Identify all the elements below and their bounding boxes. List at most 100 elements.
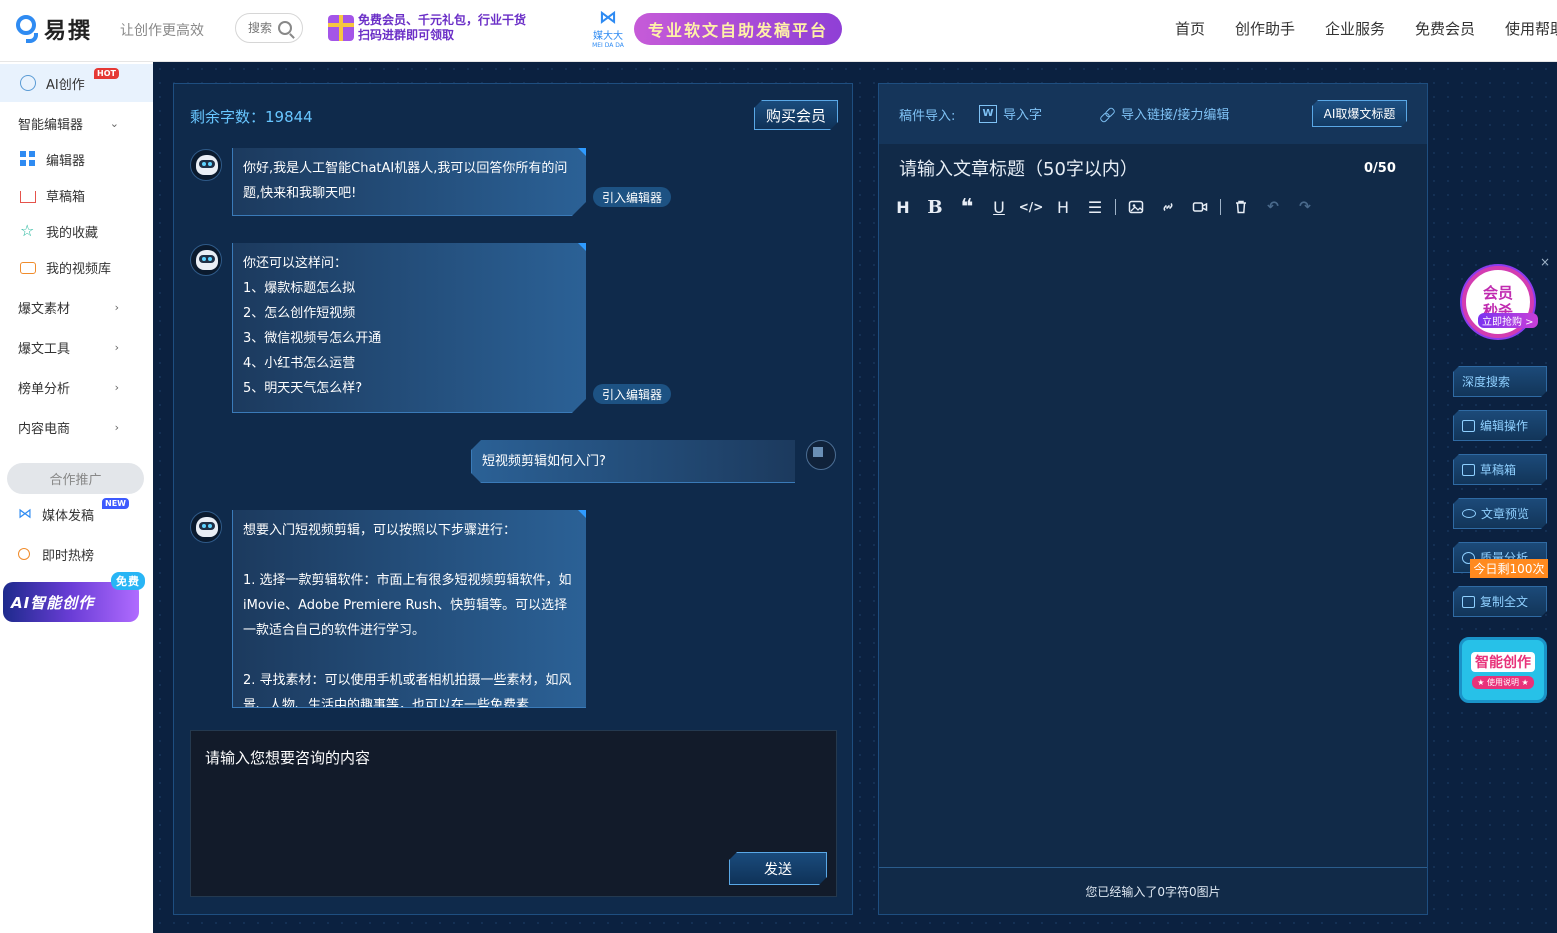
heading-icon[interactable]: H	[887, 196, 919, 218]
image-icon[interactable]	[1120, 196, 1152, 218]
suggestion-line: 1、爆款标题怎么拟	[243, 281, 356, 296]
logo-text: 易撰	[44, 19, 93, 44]
toolbar-divider	[1220, 199, 1221, 215]
import-link-button[interactable]: 导入链接/接力编辑	[1099, 104, 1229, 123]
sidebar-item-smart-editor[interactable]: 智能编辑器 ⌄	[0, 105, 153, 141]
nav-enterprise[interactable]: 企业服务	[1325, 18, 1385, 39]
editor-header: 稿件导入: W 导入字 导入链接/接力编辑 AI取爆文标题	[879, 84, 1427, 144]
sidebar-item-label: 草稿箱	[46, 189, 86, 205]
suggestion-line: 4、小红书怎么运营	[243, 356, 356, 371]
sidebar-item-media-publish[interactable]: ⋈ 媒体发稿 NEW	[0, 496, 153, 532]
fire-icon	[18, 548, 30, 560]
suggestion-line: 你还可以这样问：	[243, 256, 348, 271]
send-button[interactable]: 发送	[729, 852, 827, 885]
search-input[interactable]	[248, 21, 278, 35]
copy-icon	[1462, 596, 1475, 608]
sidebar-item-label: 编辑器	[46, 153, 86, 169]
import-word-button[interactable]: W 导入字	[979, 104, 1042, 123]
answer-line: 1. 选择一款剪辑软件：市面上有很多短视频剪辑软件，如iMovie、Adobe …	[243, 573, 572, 638]
chevron-right-icon: ›	[114, 300, 119, 314]
nav-free-member[interactable]: 免费会员	[1415, 18, 1475, 39]
redo-icon[interactable]: ↷	[1289, 196, 1321, 218]
sidebar-item-ecommerce[interactable]: 内容电商 ›	[0, 409, 153, 445]
banner1-line2: 扫码进群即可领取	[358, 28, 455, 42]
sidebar-item-ai-create[interactable]: AI创作 HOT	[0, 64, 153, 102]
sidebar-item-hot-list[interactable]: 即时热榜	[0, 536, 153, 572]
buy-member-button[interactable]: 购买会员	[754, 100, 838, 130]
deep-search-button[interactable]: 深度搜索	[1453, 366, 1547, 397]
copy-all-button[interactable]: 复制全文	[1453, 586, 1547, 617]
sidebar-item-materials[interactable]: 爆文素材 ›	[0, 289, 153, 325]
suggestion-line: 5、明天天气怎么样?	[243, 381, 363, 396]
side-button-label: 文章预览	[1481, 507, 1530, 521]
meidada-logo-sub: MEI DA DA	[592, 42, 624, 49]
sidebar-item-editor[interactable]: 编辑器	[0, 141, 153, 177]
editor-status-bar: 您已经输入了0字符0图片	[879, 867, 1427, 914]
meidada-logo-text: 媒大大	[593, 31, 623, 42]
drafts-button[interactable]: 草稿箱	[1453, 454, 1547, 485]
edit-operation-button[interactable]: 编辑操作	[1453, 410, 1547, 441]
logo[interactable]: 易撰	[14, 12, 92, 46]
sidebar-item-videos[interactable]: 我的视频库	[0, 249, 153, 285]
import-word-label: 导入字	[1003, 108, 1043, 123]
star-icon: ☆	[20, 221, 35, 240]
code-icon[interactable]: </>	[1015, 196, 1047, 218]
sidebar-item-label: 榜单分析	[18, 381, 71, 397]
sidebar-item-drafts[interactable]: 草稿箱	[0, 177, 153, 213]
sidebar-item-label: 爆文工具	[18, 341, 71, 357]
video-icon[interactable]	[1184, 196, 1216, 218]
gift-icon	[328, 15, 354, 41]
sidebar-item-tools[interactable]: 爆文工具 ›	[0, 329, 153, 365]
trash-icon[interactable]	[1225, 196, 1257, 218]
sidebar-item-label: 内容电商	[18, 421, 71, 437]
chevron-down-icon: ⌄	[109, 116, 119, 130]
eye-icon	[1462, 509, 1476, 518]
quote-icon[interactable]: ❝	[951, 195, 983, 220]
sidebar-item-label: 我的收藏	[46, 225, 99, 241]
search-box[interactable]	[235, 13, 303, 43]
editor-panel: 稿件导入: W 导入字 导入链接/接力编辑 AI取爆文标题 0/50 H B ❝…	[878, 83, 1428, 915]
smart-create-title: 智能创作	[1471, 651, 1535, 672]
search-icon[interactable]	[278, 21, 292, 35]
user-avatar	[806, 440, 836, 470]
slogan: 让创作更高效	[120, 23, 204, 39]
side-button-label: 草稿箱	[1480, 463, 1517, 477]
article-title-input[interactable]	[899, 154, 1319, 184]
close-icon[interactable]: ×	[1540, 255, 1550, 269]
insert-editor-button[interactable]: 引入编辑器	[593, 384, 672, 404]
sidebar-item-rankings[interactable]: 榜单分析 ›	[0, 369, 153, 405]
answer-line: 想要入门短视频剪辑，可以按照以下步骤进行：	[243, 523, 517, 538]
nav-creation-assistant[interactable]: 创作助手	[1235, 18, 1295, 39]
nav-home[interactable]: 首页	[1175, 18, 1205, 39]
grid-icon	[20, 151, 36, 167]
nav-help[interactable]: 使用帮助	[1505, 18, 1557, 39]
import-link-label: 导入链接/接力编辑	[1121, 108, 1230, 123]
heading-2-icon[interactable]: H	[1047, 196, 1079, 218]
ai-title-button[interactable]: AI取爆文标题	[1312, 100, 1407, 127]
smart-create-card[interactable]: 智能创作 ★ 使用说明 ★	[1459, 637, 1547, 703]
underline-icon[interactable]: U	[983, 196, 1015, 218]
side-button-label: 编辑操作	[1480, 419, 1529, 433]
link-icon[interactable]	[1152, 196, 1184, 218]
chevron-right-icon: ›	[114, 420, 119, 434]
edit-icon	[1462, 420, 1475, 432]
insert-editor-button[interactable]: 引入编辑器	[593, 187, 672, 207]
ai-create-banner[interactable]: AI智能创作 免费	[3, 572, 145, 622]
member-flash-sale-promo[interactable]: 会员 秒杀 立即抢购 >	[1456, 266, 1542, 338]
sidebar-item-label: 智能编辑器	[18, 117, 84, 133]
new-badge: NEW	[102, 498, 129, 509]
user-message: 短视频剪辑如何入门?	[471, 440, 795, 483]
list-icon[interactable]: ☰	[1079, 196, 1111, 218]
bot-message: 你还可以这样问： 1、爆款标题怎么拟 2、怎么创作短视频 3、微信视频号怎么开通…	[232, 243, 586, 413]
remaining-words: 剩余字数：19844	[190, 108, 313, 126]
banner1-line1: 免费会员、千元礼包，行业干货	[358, 13, 527, 27]
draft-box-icon	[1462, 464, 1475, 476]
sidebar-item-favorites[interactable]: ☆ 我的收藏	[0, 213, 153, 249]
bot-message-text: 你好,我是人工智能ChatAI机器人,我可以回答你所有的问题,快来和我聊天吧!	[243, 161, 568, 201]
promo-banner-meidada[interactable]: ⋈ 媒大大 MEI DA DA 专业软文自助发稿平台	[586, 8, 856, 50]
promo-banner-free-member[interactable]: 免费会员、千元礼包，行业干货 扫码进群即可领取	[328, 10, 558, 46]
side-button-label: 复制全文	[1480, 595, 1529, 609]
undo-icon[interactable]: ↶	[1257, 196, 1289, 218]
article-preview-button[interactable]: 文章预览	[1453, 498, 1547, 529]
bold-icon[interactable]: B	[919, 196, 951, 218]
